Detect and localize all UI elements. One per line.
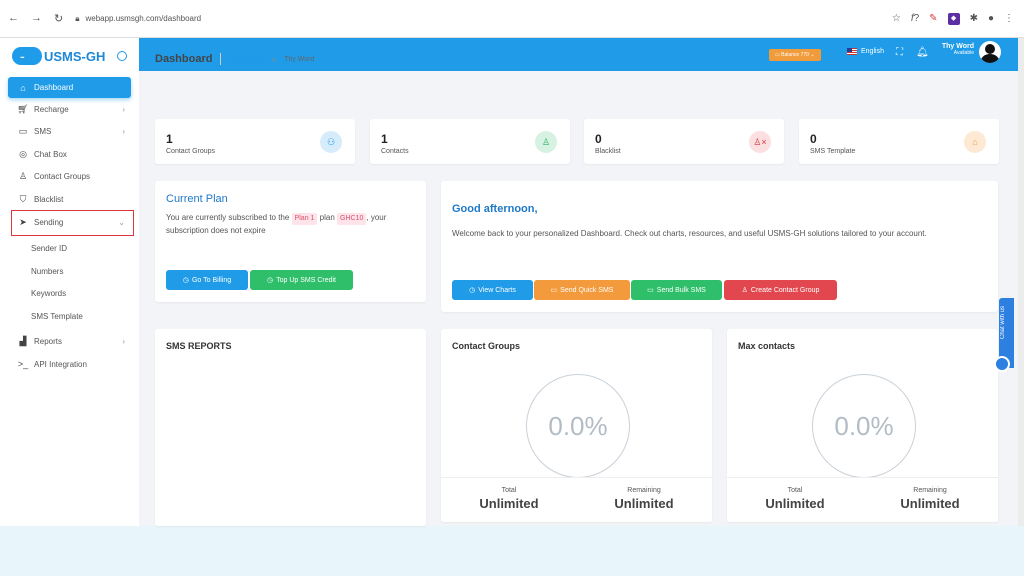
stat-card-sms-template: 0 SMS Template ⌂ xyxy=(799,119,999,164)
send-quick-sms-button[interactable]: ▭ Send Quick SMS xyxy=(534,280,630,300)
plan-price-tag: GHC10 xyxy=(337,213,367,225)
chat-bubble-icon[interactable] xyxy=(994,356,1010,372)
fullscreen-icon[interactable]: ⛶ xyxy=(896,47,903,58)
us-flag-icon xyxy=(847,48,857,55)
clock-icon: ◷ xyxy=(266,277,274,284)
chevron-down-icon: ⌄ xyxy=(118,218,125,227)
gauge-title: Max contacts xyxy=(738,341,796,351)
sidebar-item-sending[interactable]: ➤ Sending ⌄ xyxy=(11,209,134,236)
welcome-message: Welcome back to your personalized Dashbo… xyxy=(452,229,927,238)
message-icon: ▭ xyxy=(18,126,28,137)
sidebar-item-blacklist[interactable]: ⛉ Blacklist xyxy=(0,188,139,211)
sidebar-item-sms[interactable]: ▭ SMS › xyxy=(0,121,139,144)
formula-extension-icon[interactable]: f? xyxy=(911,13,919,24)
stat-card-contacts: 1 Contacts ♙ xyxy=(370,119,570,164)
puzzle-extensions-icon[interactable]: ✱ xyxy=(970,13,978,24)
cart-icon: 🛒︎ xyxy=(17,103,29,114)
user-icon: ♙ xyxy=(535,131,557,153)
current-plan-card: Current Plan You are currently subscribe… xyxy=(155,181,426,302)
sidebar-subitem-sms-template[interactable]: SMS Template xyxy=(0,305,139,328)
clock-icon: ◷ xyxy=(469,287,476,294)
sms-reports-card: SMS REPORTS xyxy=(155,329,426,526)
gauge-title: Contact Groups xyxy=(452,341,521,351)
sidebar-item-dashboard[interactable]: ⌂ Dashboard xyxy=(8,77,131,98)
address-bar[interactable]: 🔒︎ webapp.usmsgh.com/dashboard xyxy=(75,14,201,24)
top-up-credit-button[interactable]: ◷ Top Up SMS Credit xyxy=(250,270,353,290)
bookmark-star-icon[interactable]: ☆ xyxy=(892,13,901,24)
welcome-card: Good afternoon, Welcome back to your per… xyxy=(441,181,998,312)
radial-gauge: 0.0% xyxy=(526,374,630,478)
message-icon: ▭ xyxy=(647,287,654,294)
sidebar-item-recharge[interactable]: 🛒︎ Recharge › xyxy=(0,98,139,121)
user-menu[interactable]: Thy Word Available xyxy=(936,43,974,56)
radial-gauge: 0.0% xyxy=(812,374,916,478)
sms-reports-title: SMS REPORTS xyxy=(166,341,232,351)
terminal-icon: >_ xyxy=(17,359,29,370)
language-selector[interactable]: English xyxy=(847,48,884,55)
stat-card-contact-groups: 1 Contact Groups ⚇ xyxy=(155,119,355,164)
contact-groups-gauge-card: Contact Groups 0.0% Total Unlimited Rema… xyxy=(441,329,712,522)
sidebar-item-contact-groups[interactable]: ♙ Contact Groups xyxy=(0,166,139,189)
avatar[interactable] xyxy=(979,41,1001,63)
back-icon[interactable]: ← xyxy=(8,12,19,25)
balance-button[interactable]: ▭ Balance 770 ⌄ xyxy=(769,49,821,61)
sidebar-subitem-keywords[interactable]: Keywords xyxy=(0,283,139,306)
inbox-icon: ⌂ xyxy=(964,131,986,153)
sidebar-item-api-integration[interactable]: >_ API Integration xyxy=(0,353,139,376)
browser-toolbar: ← → ↻ 🔒︎ webapp.usmsgh.com/dashboard ☆ f… xyxy=(0,0,1024,38)
forward-icon[interactable]: → xyxy=(31,12,42,25)
chevron-right-icon: › xyxy=(122,104,125,114)
sidebar-toggle-icon[interactable] xyxy=(117,51,127,61)
url-text: webapp.usmsgh.com/dashboard xyxy=(85,14,202,23)
breadcrumb-separator: » xyxy=(271,54,277,64)
users-icon: ⚇ xyxy=(320,131,342,153)
breadcrumb-link-dashboard[interactable]: Dashboard xyxy=(229,56,263,63)
stat-card-blacklist: 0 Blacklist ♙× xyxy=(584,119,784,164)
clock-icon: ◷ xyxy=(182,277,189,284)
plan-name-tag: Plan 1 xyxy=(291,213,318,225)
reload-icon[interactable]: ↻ xyxy=(54,12,63,25)
sidebar-subitem-numbers[interactable]: Numbers xyxy=(0,260,139,283)
extension-badge-icon[interactable]: ◆ xyxy=(947,12,960,25)
shield-icon: ⛉ xyxy=(19,193,27,204)
chevron-right-icon: › xyxy=(122,127,125,137)
breadcrumb: Dashboard Dashboard » Thy Word xyxy=(155,53,314,65)
user-icon: ♙ xyxy=(741,287,748,294)
create-contact-group-button[interactable]: ♙ Create Contact Group xyxy=(724,280,837,300)
sidebar: ... USMS-GH ⌂ Dashboard 🛒︎ Recharge › ▭ … xyxy=(0,38,139,526)
message-icon: ▭ xyxy=(550,287,558,294)
send-bulk-sms-button[interactable]: ▭ Send Bulk SMS xyxy=(631,280,722,300)
page-title: Dashboard xyxy=(155,53,222,65)
go-to-billing-button[interactable]: ◷ Go To Billing xyxy=(166,270,248,290)
sidebar-item-chat-box[interactable]: ◎ Chat Box xyxy=(0,143,139,166)
gauge-footer: Total Unlimited Remaining Unlimited xyxy=(441,477,712,521)
lock-icon: 🔒︎ xyxy=(75,13,80,23)
bar-chart-icon: ▟ xyxy=(19,336,27,347)
sidebar-item-reports[interactable]: ▟ Reports › xyxy=(0,331,139,354)
page-scrollbar[interactable] xyxy=(1018,38,1024,526)
logo[interactable]: ... USMS-GH xyxy=(0,38,139,74)
send-icon: ➤ xyxy=(19,217,27,227)
home-icon: ⌂ xyxy=(20,82,26,93)
logo-text: USMS-GH xyxy=(44,48,106,64)
sidebar-subitem-sender-id[interactable]: Sender ID xyxy=(0,238,139,261)
pen-extension-icon[interactable]: ✎ xyxy=(929,13,937,24)
greeting: Good afternoon, xyxy=(452,203,538,215)
plan-text: You are currently subscribed to the Plan… xyxy=(166,213,387,235)
gauge-footer: Total Unlimited Remaining Unlimited xyxy=(727,477,998,521)
logo-chat-icon: ... xyxy=(12,47,42,65)
plan-title: Current Plan xyxy=(166,193,228,205)
user-icon: ♙ xyxy=(18,171,28,182)
max-contacts-gauge-card: Max contacts 0.0% Total Unlimited Remain… xyxy=(727,329,998,522)
view-charts-button[interactable]: ◷ View Charts xyxy=(452,280,533,300)
chevron-right-icon: › xyxy=(122,337,125,347)
bell-icon[interactable]: 🔔︎ xyxy=(916,47,929,58)
breadcrumb-current: Thy Word xyxy=(284,55,315,63)
profile-icon[interactable]: ● xyxy=(988,13,994,24)
chat-icon: ◎ xyxy=(19,148,27,159)
user-x-icon: ♙× xyxy=(749,131,771,153)
menu-dots-icon[interactable]: ⋮ xyxy=(1004,13,1014,24)
